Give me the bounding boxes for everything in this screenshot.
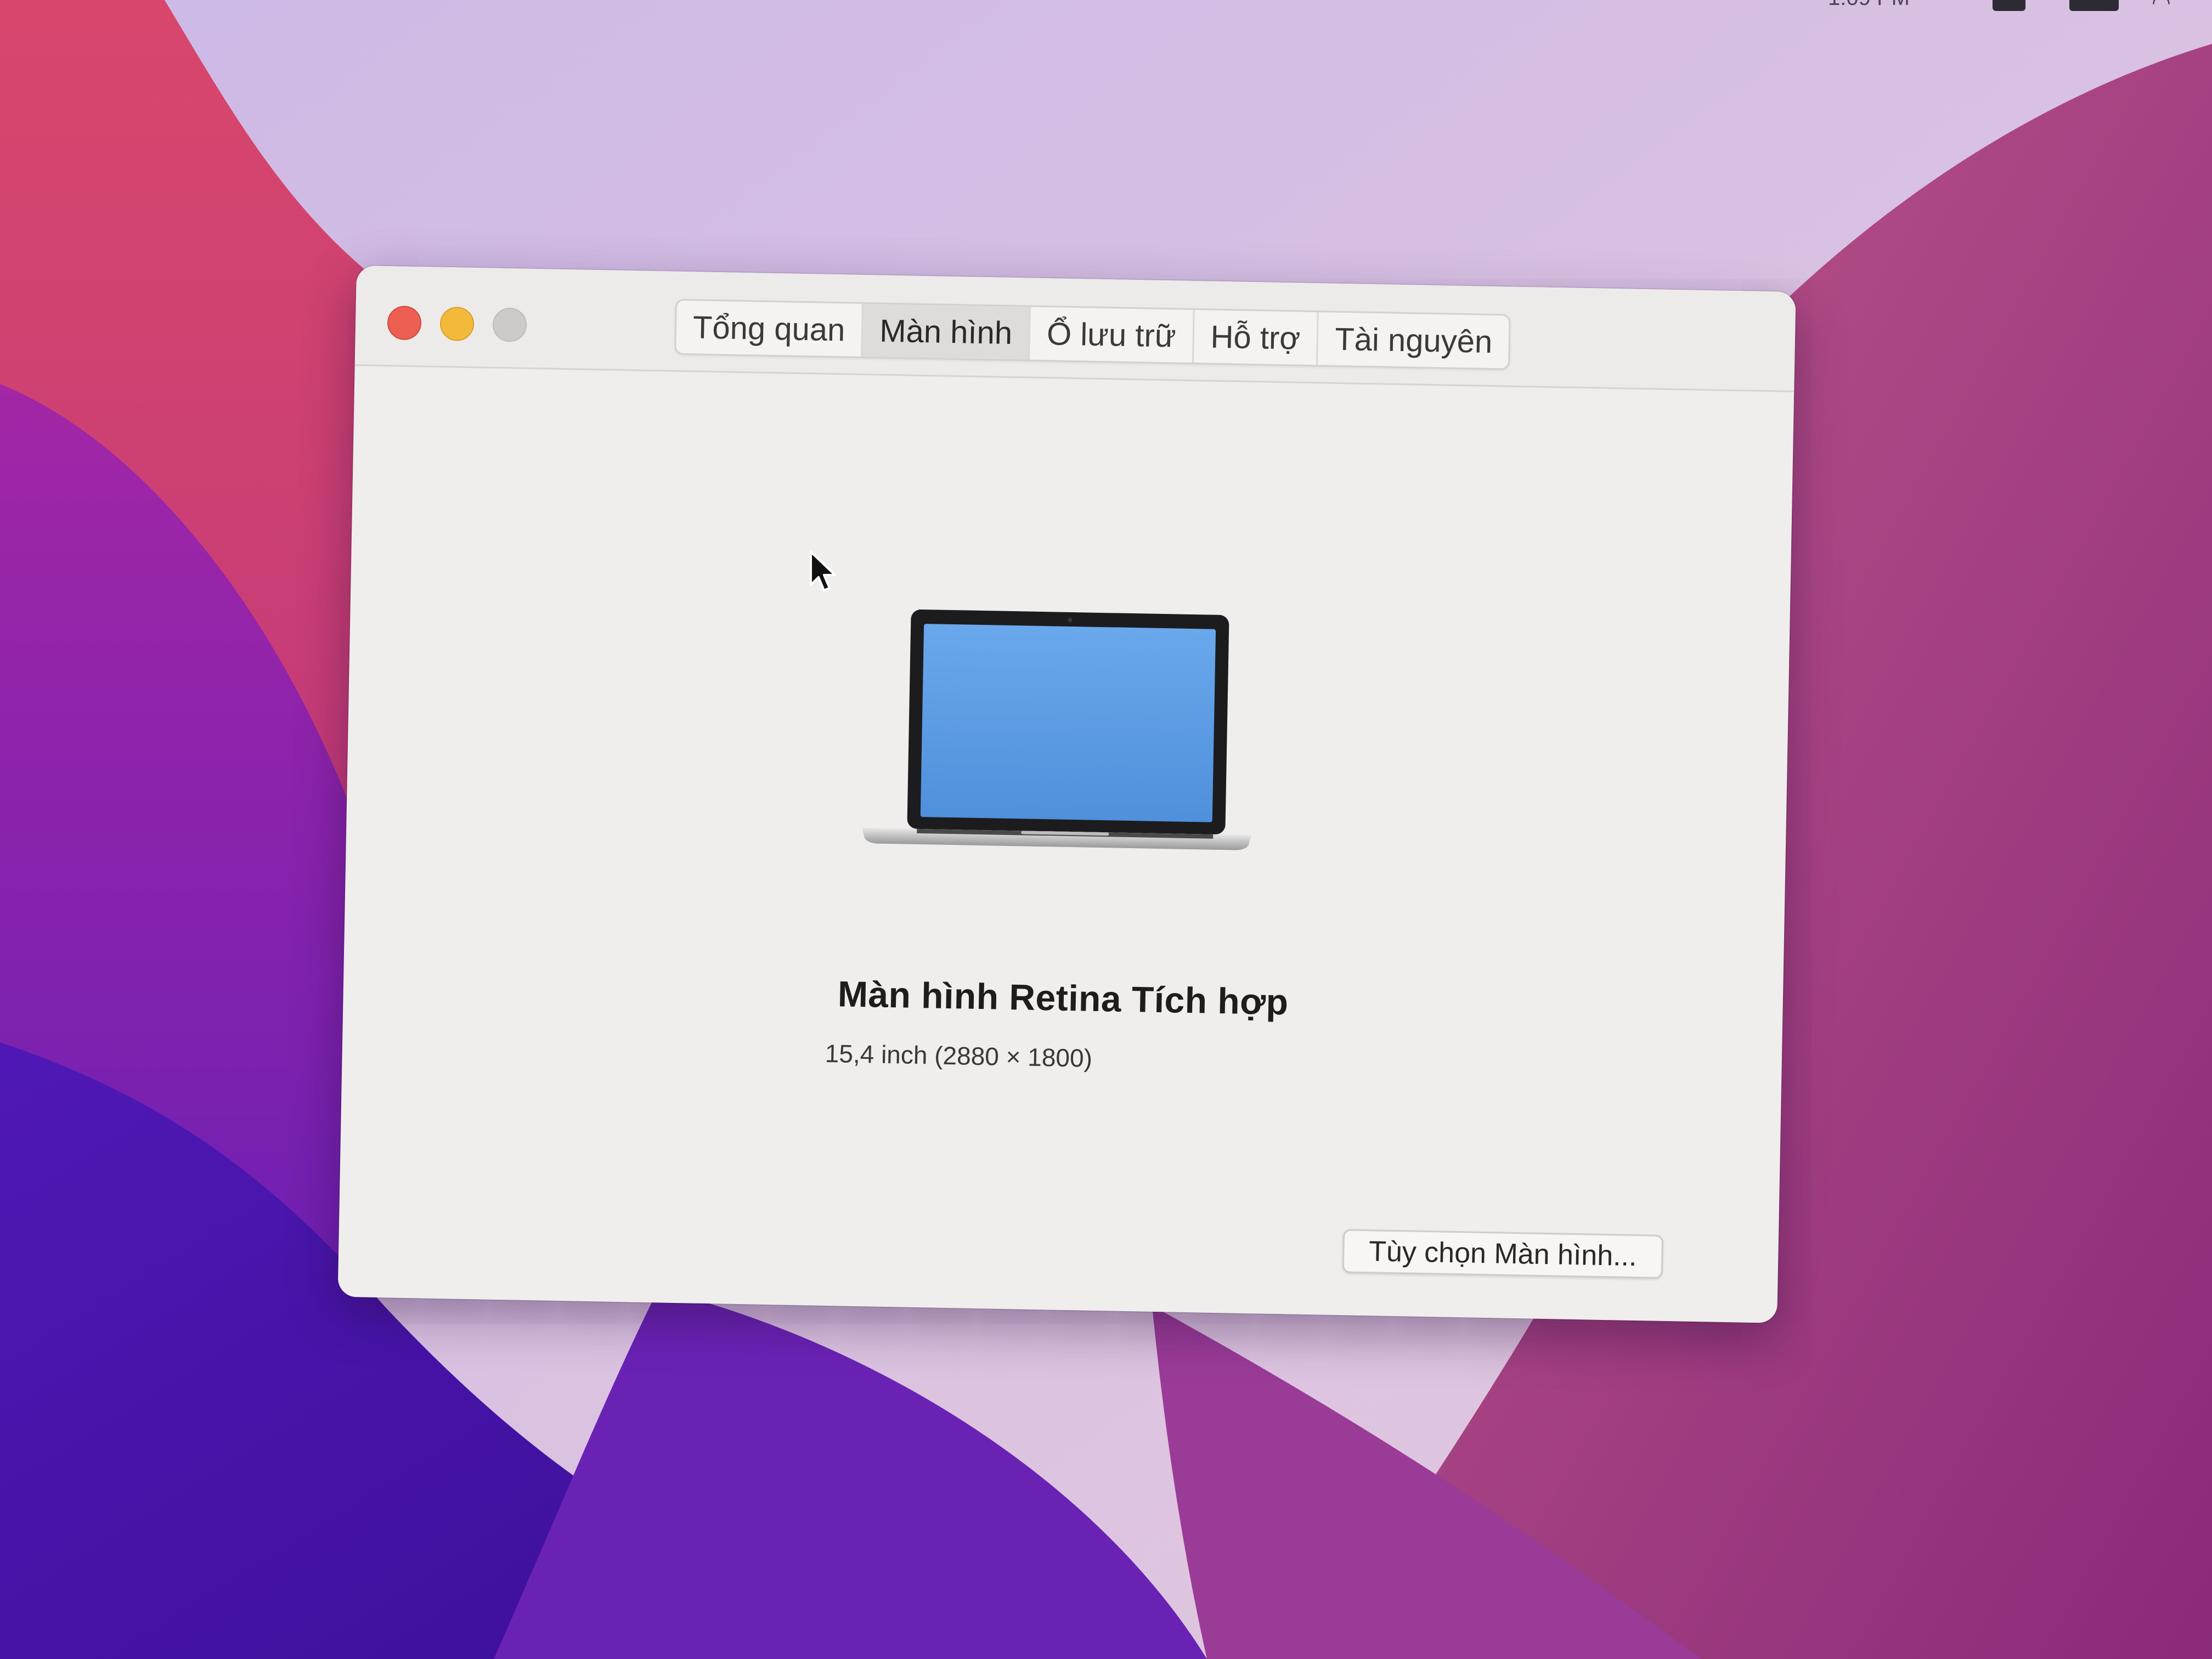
zoom-button	[492, 307, 527, 342]
tab-storage[interactable]: Ổ lưu trữ	[1030, 307, 1195, 363]
about-this-mac-window: Tổng quan Màn hình Ổ lưu trữ Hỗ trợ Tài …	[337, 266, 1796, 1323]
mouse-pointer-icon	[810, 551, 836, 591]
tab-support[interactable]: Hỗ trợ	[1193, 310, 1319, 365]
display-name: Màn hình Retina Tích hợp	[837, 973, 1289, 1023]
tab-displays[interactable]: Màn hình	[862, 303, 1031, 360]
minimize-button[interactable]	[439, 306, 475, 341]
menubar-clock[interactable]: 1:09 PM	[1828, 0, 1910, 10]
tab-overview[interactable]: Tổng quan	[676, 300, 864, 357]
display-options-button[interactable]: Tùy chọn Màn hình...	[1342, 1229, 1664, 1279]
tab-resources[interactable]: Tài nguyên	[1318, 312, 1509, 368]
display-spec: 15,4 inch (2880 × 1800)	[825, 1039, 1093, 1073]
battery-icon[interactable]	[2069, 0, 2119, 11]
menubar-status-area: 1:09 PM ◠	[1828, 0, 2212, 16]
segmented-tab-bar: Tổng quan Màn hình Ổ lưu trữ Hỗ trợ Tài …	[674, 298, 1511, 370]
displays-pane: Màn hình Retina Tích hợp 15,4 inch (2880…	[338, 366, 1795, 1323]
close-button[interactable]	[387, 306, 422, 341]
wifi-icon[interactable]: ◠	[2152, 0, 2174, 15]
laptop-icon	[862, 609, 1252, 850]
status-menu-icon[interactable]	[1993, 0, 2025, 11]
